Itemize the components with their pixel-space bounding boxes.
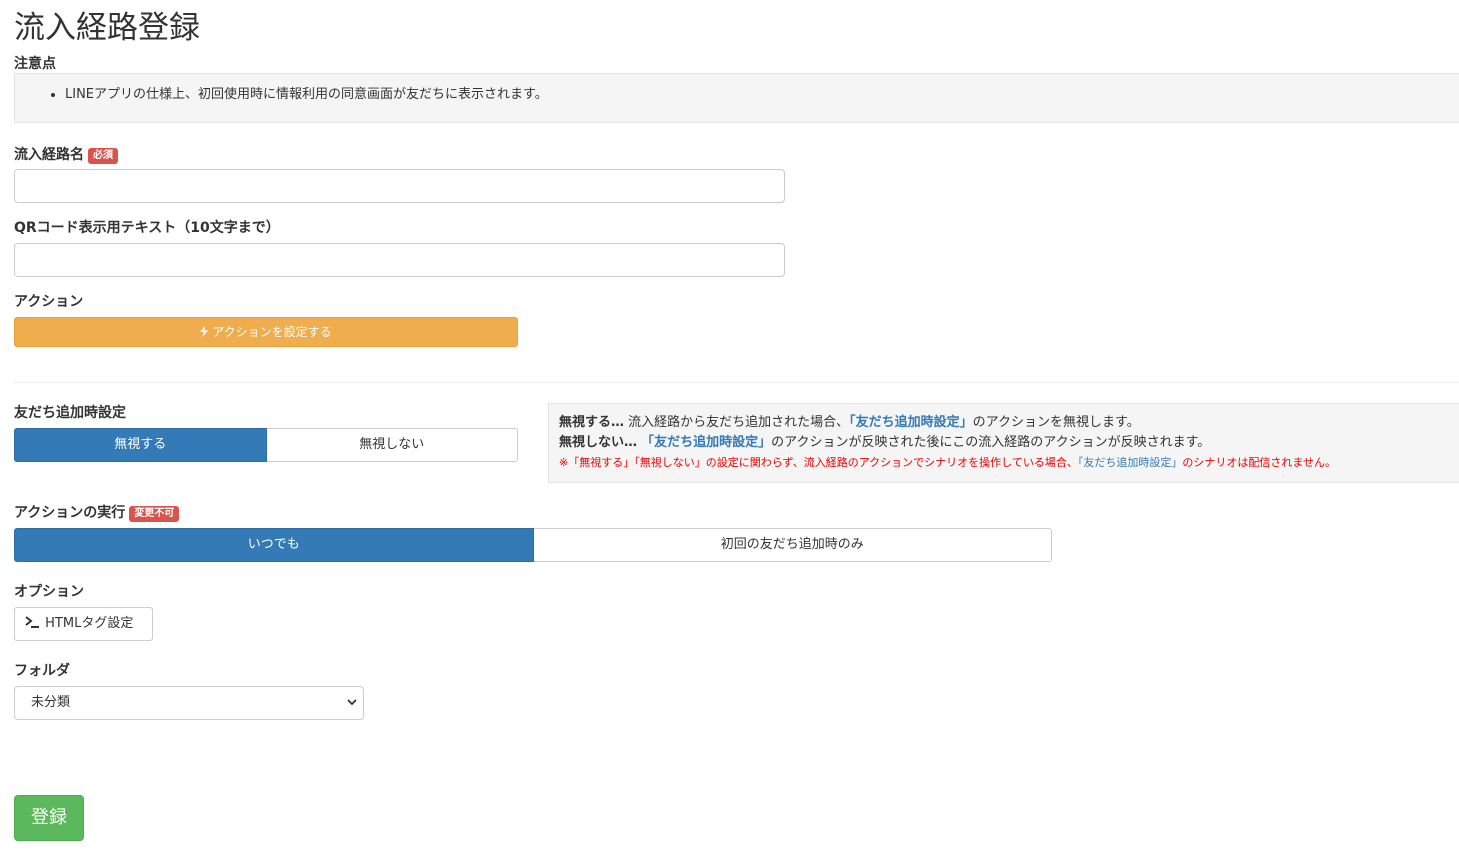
friend-add-info-box: 無視する… 流入経路から友だち追加された場合、「友だち追加時設定」のアクションを…: [548, 403, 1459, 483]
set-action-button[interactable]: アクションを設定する: [14, 317, 518, 347]
info-text: のアクションが反映された後にこの流入経路のアクションが反映されます。: [771, 435, 1211, 450]
warning-text: ※「無視する」「無視しない」の設定に関わらず、流入経路のアクションでシナリオを操…: [559, 456, 1078, 469]
execute-label: アクションの実行 変更不可: [14, 504, 180, 522]
friend-add-settings-link[interactable]: 「友だち追加時設定」: [849, 415, 973, 430]
action-label: アクション: [14, 294, 84, 310]
folder-label: フォルダ: [14, 663, 70, 679]
submit-button[interactable]: 登録: [14, 795, 84, 841]
required-badge: 必須: [88, 148, 118, 164]
notice-label: 注意点: [14, 56, 56, 72]
option-label: オプション: [14, 584, 84, 600]
info-warning: ※「無視する」「無視しない」の設定に関わらず、流入経路のアクションでシナリオを操…: [559, 453, 1449, 473]
info-term-not-ignore: 無視しない…: [559, 435, 638, 450]
friend-add-settings-link[interactable]: 「友だち追加時設定」: [641, 435, 771, 450]
page-title: 流入経路登録: [14, 10, 200, 46]
route-name-input[interactable]: [14, 169, 785, 203]
route-name-label-text: 流入経路名: [14, 147, 84, 163]
info-text: のアクションを無視します。: [972, 415, 1140, 430]
execute-toggle: いつでも 初回の友だち追加時のみ: [14, 528, 1052, 562]
route-name-label: 流入経路名 必須: [14, 146, 118, 164]
info-line-not-ignore: 無視しない… 「友だち追加時設定」のアクションが反映された後にこの流入経路のアク…: [559, 433, 1449, 453]
option-ignore[interactable]: 無視する: [14, 428, 267, 462]
friend-add-toggle: 無視する 無視しない: [14, 428, 518, 462]
option-always[interactable]: いつでも: [14, 528, 534, 562]
option-not-ignore[interactable]: 無視しない: [266, 428, 518, 462]
qr-text-input[interactable]: [14, 243, 785, 277]
friend-add-settings-link[interactable]: 「友だち追加時設定」: [1078, 456, 1183, 469]
info-text: 流入経路から友だち追加された場合、: [624, 415, 850, 430]
bolt-icon: [200, 325, 212, 339]
unchangeable-badge: 変更不可: [129, 506, 180, 522]
execute-label-text: アクションの実行: [14, 505, 126, 521]
html-tag-settings-label: HTMLタグ設定: [45, 616, 134, 631]
folder-select[interactable]: 未分類: [14, 686, 364, 720]
folder-selected-value: 未分類: [31, 695, 71, 710]
chevron-down-icon: [347, 687, 357, 719]
info-term-ignore: 無視する…: [559, 415, 625, 430]
qr-text-label: QRコード表示用テキスト（10文字まで）: [14, 220, 280, 236]
set-action-button-label: アクションを設定する: [212, 325, 332, 339]
info-line-ignore: 無視する… 流入経路から友だち追加された場合、「友だち追加時設定」のアクションを…: [559, 413, 1449, 433]
divider: [14, 382, 1459, 383]
notice-box: LINEアプリの仕様上、初回使用時に情報利用の同意画面が友だちに表示されます。: [14, 73, 1459, 123]
notice-list: LINEアプリの仕様上、初回使用時に情報利用の同意画面が友だちに表示されます。: [15, 74, 1459, 104]
friend-add-label: 友だち追加時設定: [14, 405, 126, 421]
warning-text: のシナリオは配信されません。: [1182, 456, 1337, 469]
html-tag-settings-button[interactable]: HTMLタグ設定: [14, 607, 153, 641]
option-first-time-only[interactable]: 初回の友だち追加時のみ: [533, 528, 1052, 562]
notice-item: LINEアプリの仕様上、初回使用時に情報利用の同意画面が友だちに表示されます。: [65, 86, 1459, 104]
terminal-icon: [25, 616, 45, 631]
